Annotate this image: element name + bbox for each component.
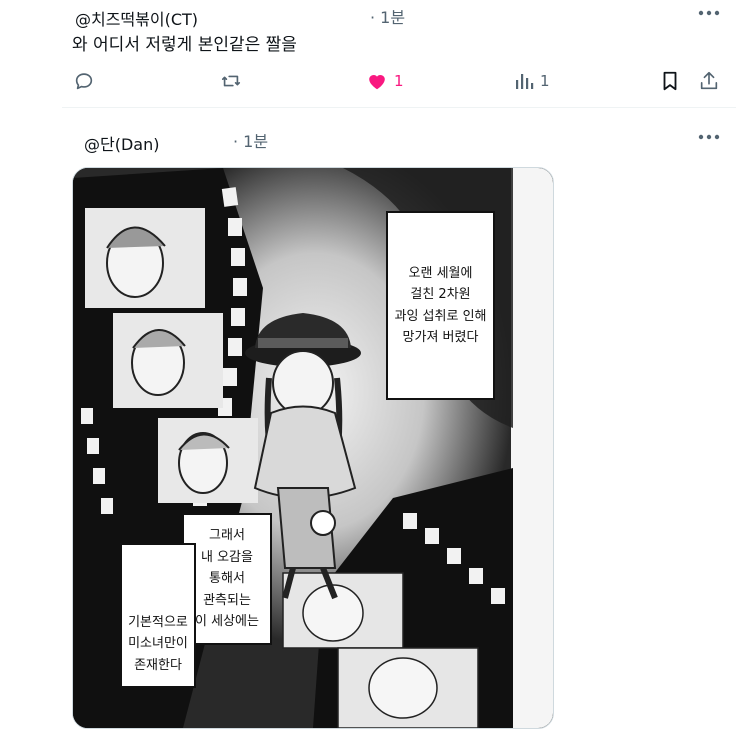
- like-button[interactable]: 1: [366, 70, 404, 92]
- tweet-1-time[interactable]: · 1분: [370, 4, 405, 28]
- reply-button[interactable]: [73, 70, 95, 92]
- retweet-button[interactable]: [219, 70, 243, 92]
- tweet-2-time[interactable]: · 1분: [233, 128, 268, 152]
- caption-box-right: 오랜 세월에 걸친 2차원 과잉 섭취로 인해 망가져 버렸다: [386, 211, 495, 400]
- share-button[interactable]: [698, 70, 720, 92]
- tweet-1-text: 와 어디서 저렇게 본인같은 짤을: [72, 35, 297, 55]
- bookmark-icon: [663, 71, 677, 91]
- views-button[interactable]: 1: [514, 70, 550, 92]
- tweet-media-image[interactable]: 오랜 세월에 걸친 2차원 과잉 섭취로 인해 망가져 버렸다 그래서 내 오감…: [72, 167, 554, 729]
- views-icon: [516, 74, 534, 89]
- heart-icon: [369, 74, 385, 90]
- more-icon[interactable]: [698, 8, 720, 18]
- view-count: 1: [540, 72, 550, 90]
- tweet-2-handle[interactable]: @단(Dan): [84, 131, 159, 155]
- retweet-icon: [221, 75, 241, 87]
- more-icon[interactable]: [698, 132, 720, 142]
- caption-box-left-bottom: 기본적으로 미소녀만이 존재한다: [120, 543, 196, 688]
- like-count: 1: [394, 72, 404, 90]
- tweet-1-handle[interactable]: @치즈떡볶이(CT): [75, 6, 198, 30]
- tweet-divider: [62, 107, 736, 108]
- share-icon: [700, 71, 718, 90]
- bookmark-button[interactable]: [659, 70, 681, 92]
- reply-icon: [75, 73, 93, 90]
